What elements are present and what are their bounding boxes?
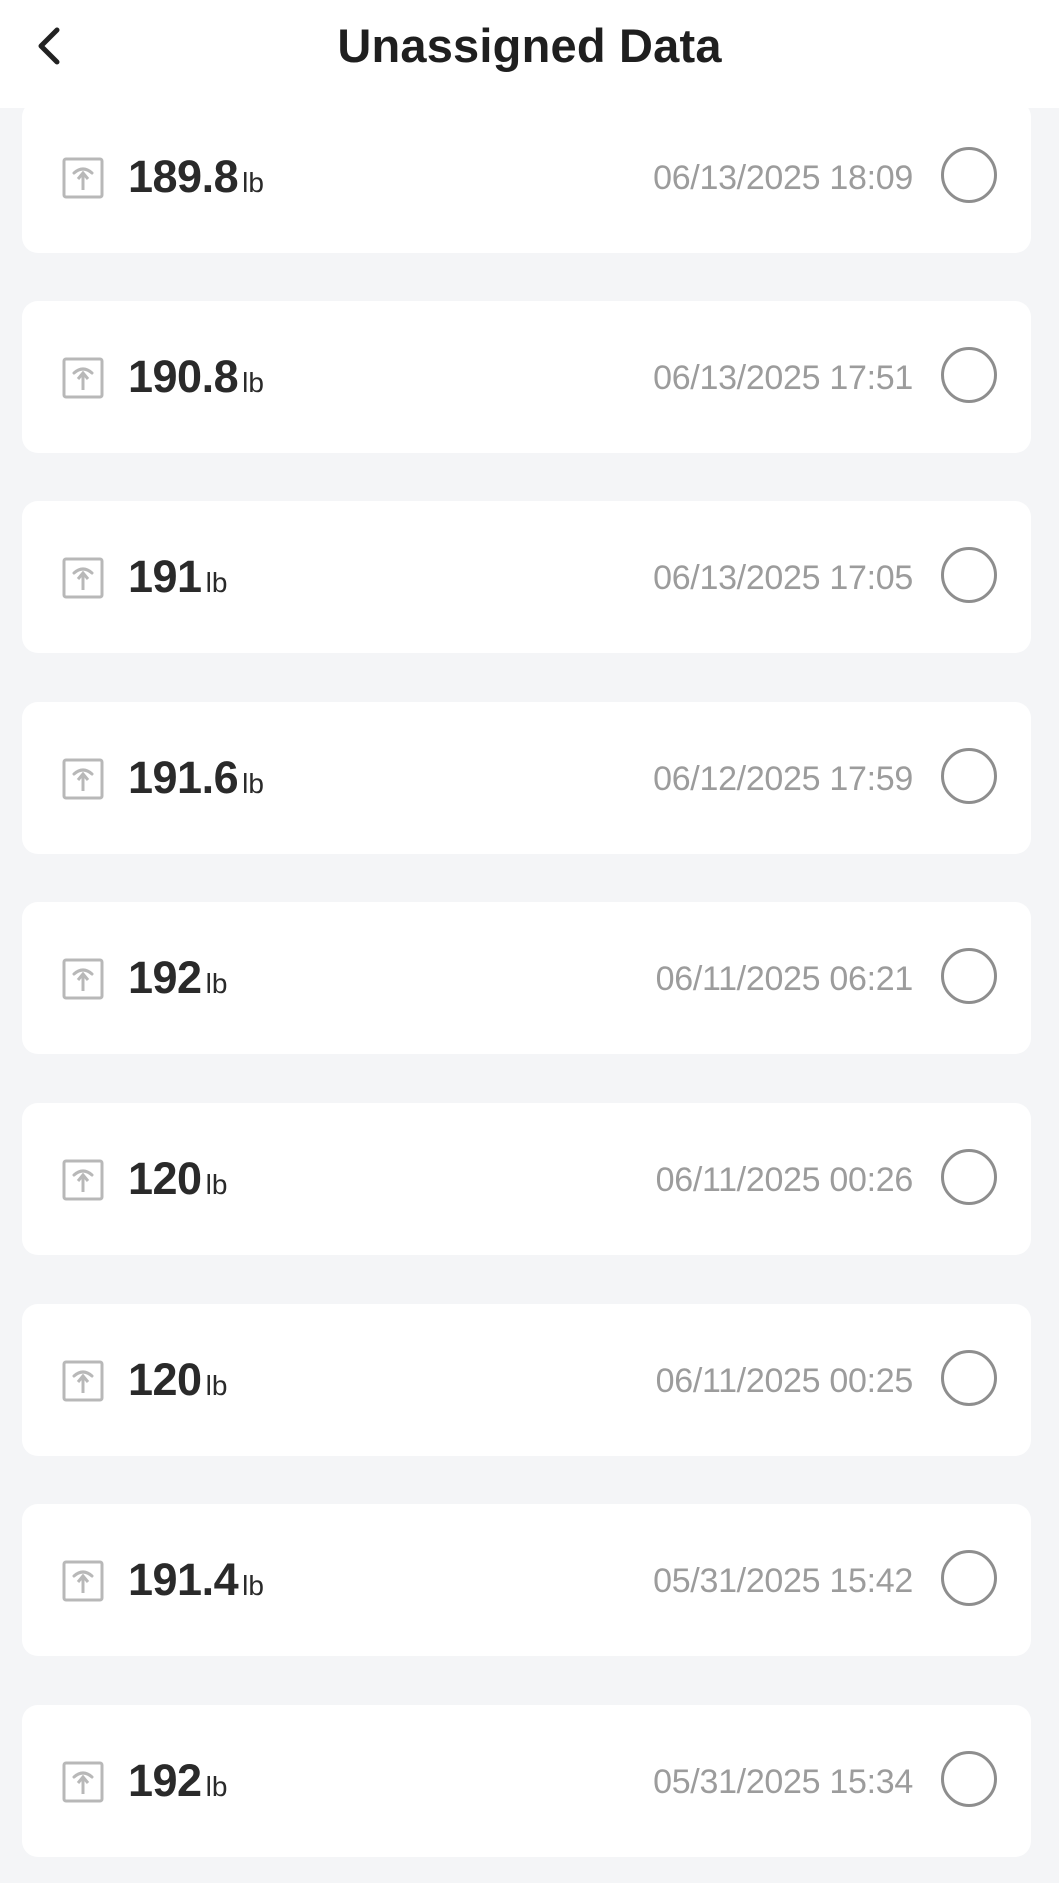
weight-value: 191.4 [128,1554,239,1605]
weight-unit: lb [205,1370,228,1401]
weight-value: 190.8 [128,351,239,402]
header-bar: Unassigned Data [0,0,1059,108]
select-radio[interactable] [941,1550,997,1606]
timestamp: 06/13/2025 17:05 [653,559,913,597]
upload-icon [62,157,104,199]
upload-icon [62,357,104,399]
weight-value: 189.8 [128,151,239,202]
timestamp: 05/31/2025 15:42 [653,1562,913,1600]
list-item[interactable]: 190.8 lb 06/13/2025 17:51 [22,301,1031,453]
timestamp: 06/13/2025 17:51 [653,359,913,397]
timestamp: 06/11/2025 06:21 [655,960,914,998]
unassigned-data-list: 189.8 lb 06/13/2025 18:09 190.8 lb 06/13… [0,0,1059,1883]
upload-icon [62,1761,104,1803]
weight-reading: 192 lb [128,952,227,1004]
select-radio[interactable] [941,948,997,1004]
weight-reading: 191.6 lb [128,752,264,804]
weight-unit: lb [205,968,228,999]
weight-unit: lb [205,1771,228,1802]
weight-value: 120 [128,1354,202,1405]
upload-icon [62,1360,104,1402]
weight-reading: 189.8 lb [128,151,264,203]
select-radio[interactable] [941,547,997,603]
timestamp: 06/11/2025 00:26 [655,1161,914,1199]
select-radio[interactable] [941,147,997,203]
weight-unit: lb [242,1570,264,1601]
weight-reading: 191 lb [128,551,227,603]
list-item[interactable]: 192 lb 05/31/2025 15:34 [22,1705,1031,1857]
weight-unit: lb [242,768,264,799]
upload-icon [62,958,104,1000]
weight-reading: 192 lb [128,1755,227,1807]
list-item[interactable]: 191.4 lb 05/31/2025 15:42 [22,1504,1031,1656]
list-item[interactable]: 191.6 lb 06/12/2025 17:59 [22,702,1031,854]
weight-unit: lb [242,167,264,198]
list-item[interactable]: 120 lb 06/11/2025 00:26 [22,1103,1031,1255]
upload-icon [62,1560,104,1602]
select-radio[interactable] [941,347,997,403]
list-item[interactable]: 192 lb 06/11/2025 06:21 [22,902,1031,1054]
weight-unit: lb [205,1169,228,1200]
weight-reading: 190.8 lb [128,351,264,403]
select-radio[interactable] [941,1149,997,1205]
upload-icon [62,557,104,599]
select-radio[interactable] [941,748,997,804]
weight-value: 192 [128,1755,202,1806]
weight-reading: 120 lb [128,1354,227,1406]
weight-unit: lb [205,567,228,598]
select-radio[interactable] [941,1350,997,1406]
weight-value: 191 [128,551,202,602]
timestamp: 05/31/2025 15:34 [653,1763,913,1801]
list-item[interactable]: 189.8 lb 06/13/2025 18:09 [22,101,1031,253]
weight-value: 191.6 [128,752,239,803]
timestamp: 06/13/2025 18:09 [653,159,913,197]
timestamp: 06/12/2025 17:59 [653,760,913,798]
weight-value: 120 [128,1153,202,1204]
list-item[interactable]: 120 lb 06/11/2025 00:25 [22,1304,1031,1456]
weight-reading: 191.4 lb [128,1554,264,1606]
page-title: Unassigned Data [337,19,722,72]
upload-icon [62,758,104,800]
upload-icon [62,1159,104,1201]
weight-value: 192 [128,952,202,1003]
select-radio[interactable] [941,1751,997,1807]
weight-reading: 120 lb [128,1153,227,1205]
weight-unit: lb [242,367,264,398]
list-item[interactable]: 191 lb 06/13/2025 17:05 [22,501,1031,653]
timestamp: 06/11/2025 00:25 [655,1362,914,1400]
